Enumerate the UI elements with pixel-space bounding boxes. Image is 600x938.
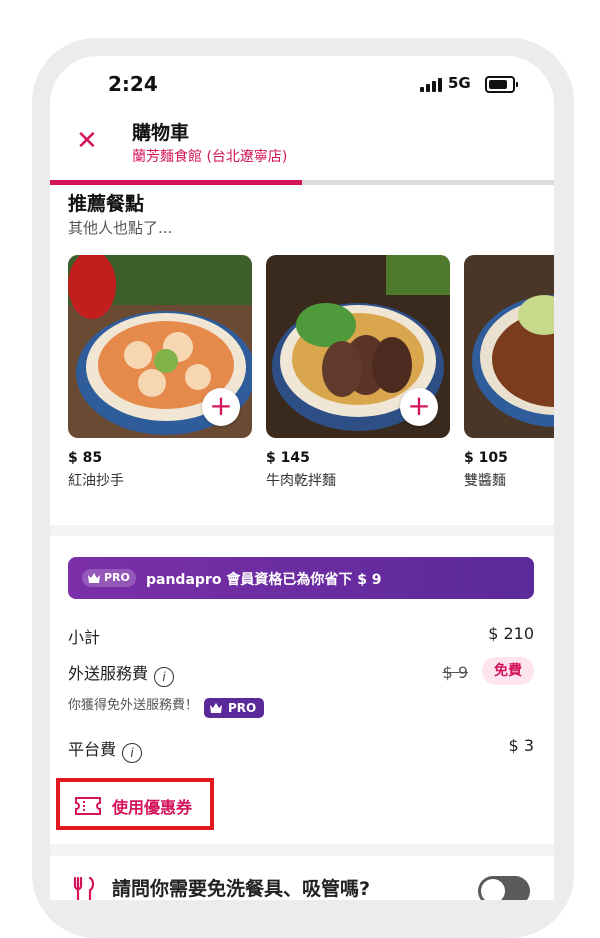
recommended-item-card[interactable]: + $ 85 紅油抄手	[68, 255, 252, 490]
platform-fee-label: 平台費	[68, 740, 117, 759]
item-name: 雙醬麵	[464, 473, 506, 489]
crown-icon	[88, 573, 100, 583]
screen: 2:24 5G ✕ 購物車 蘭芳麵食館 (台北遼寧店) 推薦餐點 其他人也點了.…	[50, 56, 554, 900]
pro-badge-small-label: PRO	[228, 701, 257, 715]
cutlery-section: 請問你需要免洗餐具、吸管嗎?	[50, 856, 554, 900]
platform-fee-row: 平台費 i $ 3	[68, 736, 534, 763]
status-bar: 2:24 5G	[50, 56, 554, 108]
coupon-label: 使用優惠券	[112, 798, 193, 817]
add-item-button[interactable]: +	[202, 388, 240, 426]
recommended-item-card[interactable]: + $ 145 牛肉乾拌麵	[266, 255, 450, 490]
signal-icon	[420, 78, 442, 92]
item-name: 紅油抄手	[68, 473, 124, 489]
delivery-original-price: $ 9	[442, 663, 468, 682]
cart-header: ✕ 購物車 蘭芳麵食館 (台北遼寧店)	[50, 108, 554, 180]
recommendations-title: 推薦餐點	[68, 193, 145, 215]
cutlery-toggle[interactable]	[478, 876, 530, 900]
delivery-fee-row: 外送服務費 i $ 9 免費	[68, 657, 534, 687]
delivery-note-text: 你獲得免外送服務費！	[68, 698, 199, 713]
cutlery-question: 請問你需要免洗餐具、吸管嗎?	[112, 878, 371, 900]
subtotal-value: $ 210	[488, 624, 534, 643]
coupon-highlight-box: 使用優惠券	[56, 778, 214, 830]
food-image: +	[266, 255, 450, 438]
recommendations-subtitle: 其他人也點了...	[68, 219, 173, 237]
item-name: 牛肉乾拌麵	[266, 473, 336, 489]
pro-badge-small: PRO	[204, 698, 265, 718]
recommendations-section: 推薦餐點 其他人也點了... + $ 85 紅油抄手 + $ 145 牛肉乾拌麵…	[50, 185, 554, 525]
restaurant-name: 蘭芳麵食館 (台北遼寧店)	[132, 149, 288, 165]
recommended-item-card[interactable]: $ 105 雙醬麵	[464, 255, 554, 490]
food-image: +	[68, 255, 252, 438]
battery-icon	[485, 76, 518, 93]
item-price: $ 105	[464, 450, 508, 466]
subtotal-label: 小計	[68, 628, 101, 647]
coupon-icon	[75, 797, 101, 815]
free-badge: 免費	[482, 657, 534, 685]
pro-badge: PRO	[82, 569, 136, 587]
status-time: 2:24	[108, 72, 158, 96]
subtotal-row: 小計 $ 210	[68, 624, 534, 648]
cutlery-icon	[73, 876, 95, 900]
item-price: $ 145	[266, 450, 310, 466]
delivery-fee-label: 外送服務費	[68, 664, 149, 683]
pro-savings-banner: PRO pandapro 會員資格已為你省下 $ 9	[68, 557, 534, 599]
add-item-button[interactable]: +	[400, 388, 438, 426]
network-type: 5G	[448, 74, 471, 92]
delivery-note: 你獲得免外送服務費！ PRO	[68, 694, 265, 718]
item-price: $ 85	[68, 450, 103, 466]
platform-fee-value: $ 3	[508, 736, 534, 755]
pro-badge-label: PRO	[104, 571, 130, 584]
plus-icon: +	[407, 389, 431, 422]
close-icon[interactable]: ✕	[76, 128, 98, 154]
info-icon[interactable]: i	[154, 667, 175, 687]
plus-icon: +	[209, 389, 233, 422]
crown-icon	[210, 703, 223, 713]
order-summary: PRO pandapro 會員資格已為你省下 $ 9 小計 $ 210 外送服務…	[50, 536, 554, 844]
food-image	[464, 255, 554, 438]
info-icon[interactable]: i	[122, 743, 143, 763]
page-title: 購物車	[132, 122, 190, 144]
pro-savings-text: pandapro 會員資格已為你省下 $ 9	[146, 572, 382, 588]
